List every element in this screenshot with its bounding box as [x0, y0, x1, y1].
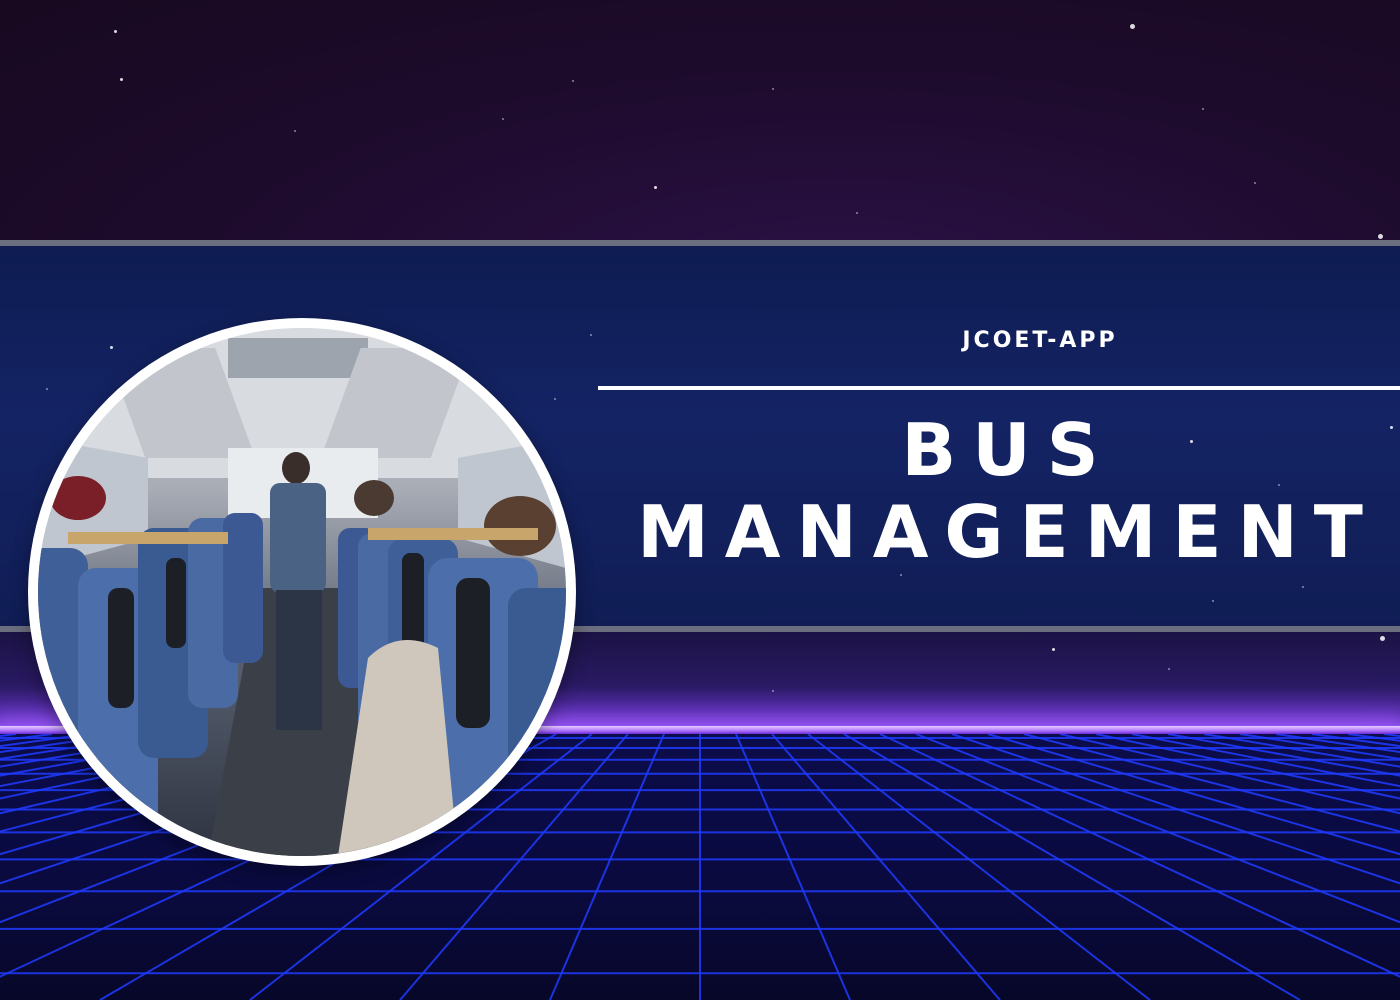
star [1130, 24, 1135, 29]
banner-canvas: JCOET-APP BUS MANAGEMENT [0, 0, 1400, 1000]
star [1202, 108, 1204, 110]
bus-interior-illustration [38, 328, 566, 856]
hero-photo-frame [28, 318, 576, 866]
star [1254, 182, 1256, 184]
star [590, 334, 592, 336]
star [572, 80, 574, 82]
star [1378, 234, 1383, 239]
star [654, 186, 657, 189]
star [1380, 636, 1385, 641]
star [114, 30, 117, 33]
star [502, 118, 504, 120]
divider-top [0, 240, 1400, 246]
star [1302, 586, 1304, 588]
title-rule [598, 386, 1400, 390]
star [856, 212, 858, 214]
star [1212, 600, 1214, 602]
night-sky-top [0, 0, 1400, 240]
title-line-2: MANAGEMENT [637, 490, 1379, 574]
bus-interior-photo [38, 328, 566, 856]
star [1052, 648, 1055, 651]
star [900, 574, 902, 576]
star [294, 130, 296, 132]
title-line-1: BUS [901, 408, 1115, 492]
star [772, 690, 774, 692]
star [772, 88, 774, 90]
star [1168, 668, 1170, 670]
app-name-label: JCOET-APP [962, 328, 1118, 353]
star [120, 78, 123, 81]
